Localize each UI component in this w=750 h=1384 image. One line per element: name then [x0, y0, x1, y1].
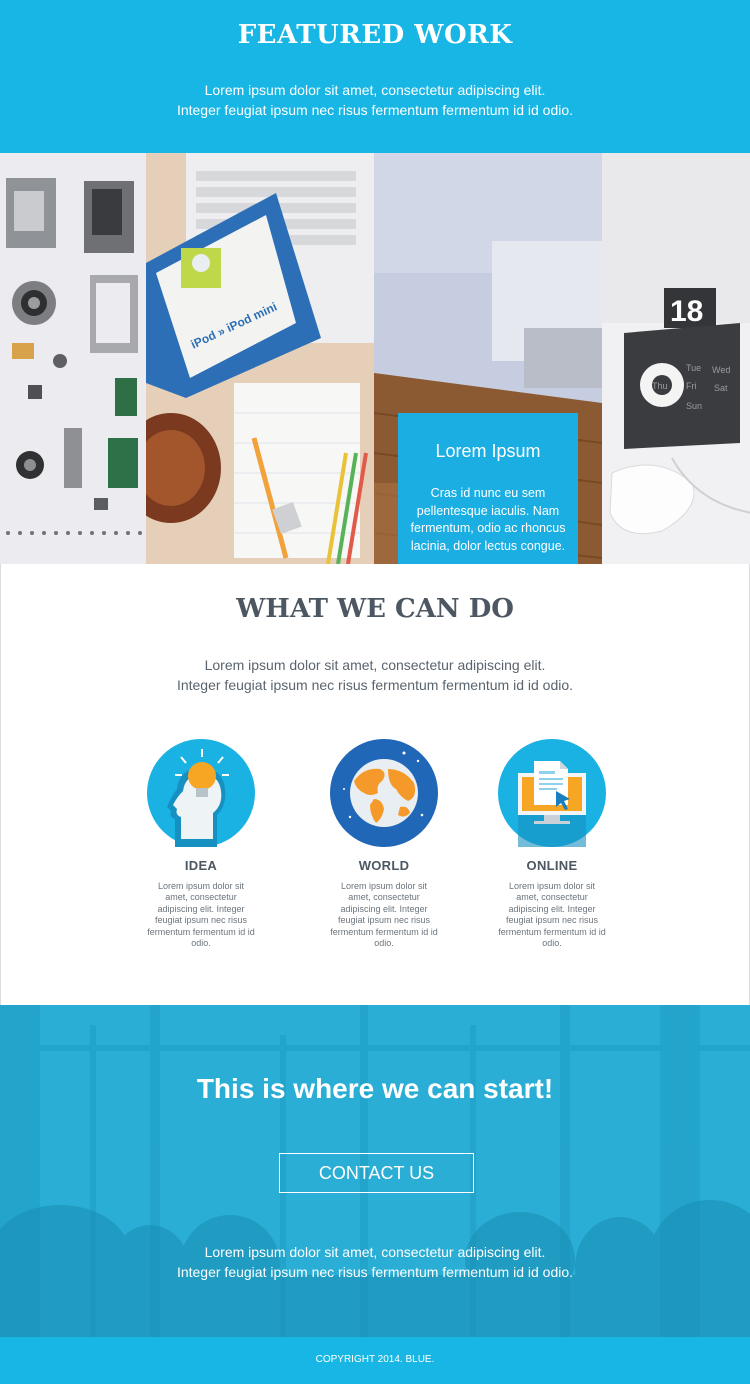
- service-idea-description: Lorem ipsum dolor sit amet, consectetur …: [147, 881, 255, 949]
- services-intro: Lorem ipsum dolor sit amet, consectetur …: [1, 655, 749, 695]
- camera-parts-illustration: [0, 153, 146, 564]
- featured-intro-line-1: Lorem ipsum dolor sit amet, consectetur …: [204, 82, 546, 98]
- call-to-action-section: This is where we can start! CONTACT US L…: [0, 1005, 750, 1337]
- calendar-day-tue: Tue: [686, 363, 701, 373]
- service-world-name: WORLD: [358, 858, 410, 873]
- featured-work-title: FEATURED WORK: [237, 20, 513, 50]
- featured-work-intro: Lorem ipsum dolor sit amet, consectetur …: [0, 80, 750, 120]
- calendar-day-sun: Sun: [686, 401, 702, 411]
- cta-text: Lorem ipsum dolor sit amet, consectetur …: [0, 1242, 750, 1282]
- services-intro-line-2: Integer feugiat ipsum nec risus fermentu…: [176, 677, 574, 693]
- service-idea[interactable]: IDEA Lorem ipsum dolor sit amet, consect…: [126, 739, 276, 949]
- service-idea-name: IDEA: [184, 858, 218, 873]
- desk-workspace-illustration: iPod » iPod mini: [146, 153, 374, 564]
- page-footer: COPYRIGHT 2014. BLUE.: [0, 1337, 750, 1384]
- cta-text-line-1: Lorem ipsum dolor sit amet, consectetur …: [204, 1244, 546, 1260]
- services-intro-line-1: Lorem ipsum dolor sit amet, consectetur …: [204, 657, 546, 673]
- footer-copyright: COPYRIGHT 2014. BLUE.: [315, 1354, 435, 1365]
- service-online-name: ONLINE: [526, 858, 578, 873]
- calendar-day-sat: Sat: [714, 383, 728, 393]
- calendar-day-wed: Wed: [712, 365, 730, 375]
- camera-parts-photo[interactable]: [0, 153, 146, 564]
- contact-us-button[interactable]: CONTACT US: [279, 1153, 474, 1193]
- service-online[interactable]: ONLINE Lorem ipsum dolor sit amet, conse…: [477, 739, 627, 949]
- monitor-document-icon: [498, 739, 606, 847]
- featured-overlay-card[interactable]: Lorem Ipsum Cras id nunc eu sem pellente…: [398, 413, 578, 564]
- calendar-photo[interactable]: 18 Tue Wed Thu Fri Sat Sun: [602, 153, 750, 564]
- globe-icon: [330, 739, 438, 847]
- service-online-description: Lorem ipsum dolor sit amet, consectetur …: [498, 881, 606, 949]
- service-world-description: Lorem ipsum dolor sit amet, consectetur …: [330, 881, 438, 949]
- featured-work-header: FEATURED WORK Lorem ipsum dolor sit amet…: [0, 0, 750, 153]
- desk-workspace-photo[interactable]: iPod » iPod mini: [146, 153, 374, 564]
- service-world[interactable]: WORLD Lorem ipsum dolor sit amet, consec…: [309, 739, 459, 949]
- featured-intro-line-2: Integer feugiat ipsum nec risus fermentu…: [176, 102, 574, 118]
- services-section: WHAT WE CAN DO Lorem ipsum dolor sit ame…: [0, 564, 750, 1005]
- cta-title: This is where we can start!: [196, 1073, 554, 1104]
- featured-photo-strip: iPod » iPod mini 18 Tue Wed Thu Fri Sat …: [0, 153, 750, 564]
- calendar-number: 18: [670, 295, 703, 328]
- services-title: WHAT WE CAN DO: [236, 594, 514, 624]
- lightbulb-head-icon: [147, 739, 255, 847]
- overlay-card-title: Lorem Ipsum: [435, 441, 541, 461]
- cta-text-line-2: Integer feugiat ipsum nec risus fermentu…: [176, 1264, 574, 1280]
- overlay-card-text: Cras id nunc eu sem pellentesque iaculis…: [410, 486, 566, 553]
- calendar-day-fri: Fri: [686, 381, 697, 391]
- calendar-illustration: 18 Tue Wed Thu Fri Sat Sun: [602, 153, 750, 564]
- calendar-day-thu: Thu: [652, 381, 668, 391]
